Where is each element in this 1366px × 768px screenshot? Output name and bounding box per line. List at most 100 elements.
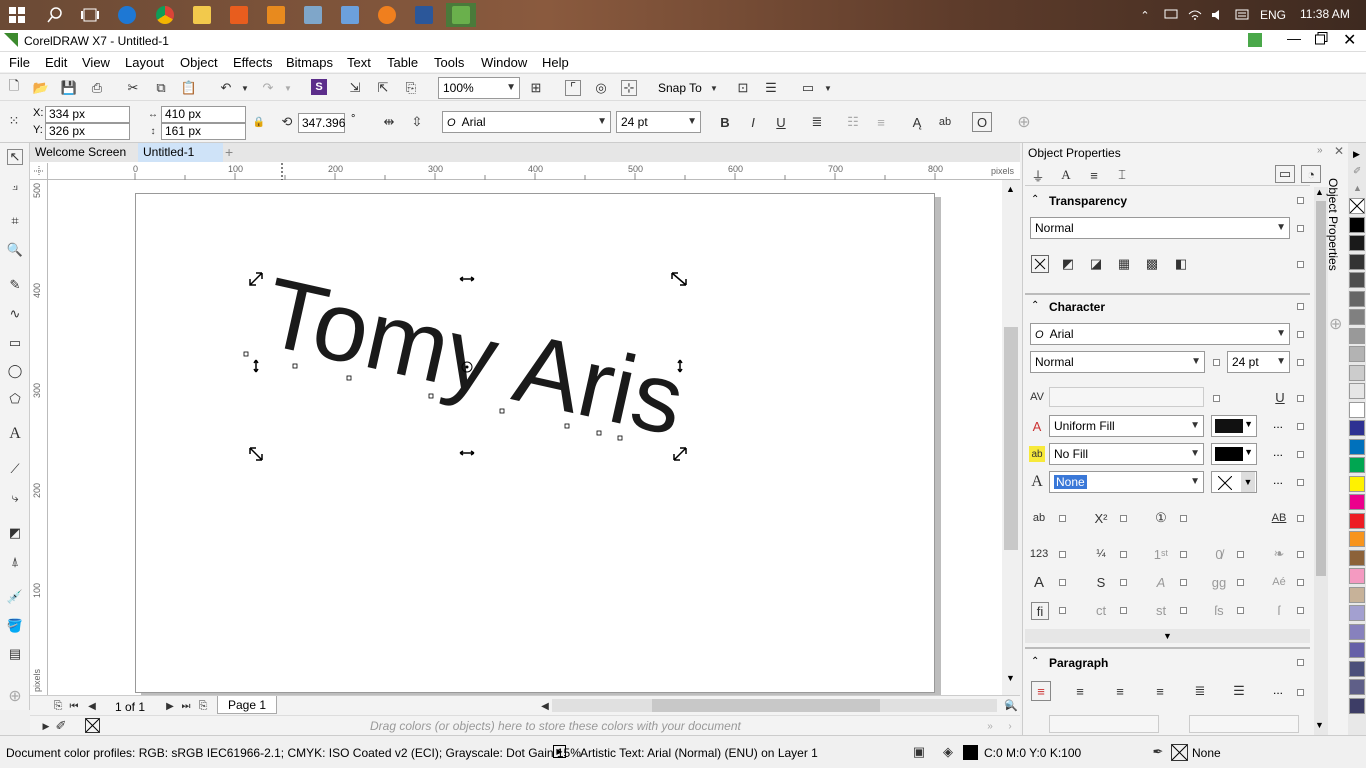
uppercase-icon[interactable]: ab bbox=[1031, 510, 1047, 526]
stylistic-set-lock[interactable] bbox=[1237, 579, 1244, 586]
color-swatch[interactable] bbox=[1349, 605, 1365, 621]
color-swatch[interactable] bbox=[1349, 346, 1365, 362]
navigator-zoom-icon[interactable]: 🔍 bbox=[1003, 697, 1019, 713]
character-font-combo[interactable]: O Arial ▼ bbox=[1030, 323, 1290, 345]
page-tab-1[interactable]: Page 1 bbox=[217, 696, 278, 714]
add-page-before-icon[interactable]: ⎘ bbox=[50, 698, 66, 714]
paragraph-more-button[interactable]: ... bbox=[1273, 683, 1283, 697]
color-swatch[interactable] bbox=[1349, 327, 1365, 344]
slashed-zero-icon[interactable]: 0̸ bbox=[1211, 546, 1227, 562]
docker-scroll-down-icon[interactable]: ▼ bbox=[1315, 720, 1324, 730]
wifi-icon[interactable] bbox=[1184, 3, 1206, 27]
docker-scroll-thumb[interactable] bbox=[1316, 201, 1326, 576]
color-swatch[interactable] bbox=[1349, 383, 1365, 399]
historical-ligatures-icon[interactable]: st bbox=[1153, 602, 1169, 618]
contextual-alternates-icon[interactable]: Aé bbox=[1271, 574, 1287, 590]
numerals-lock[interactable] bbox=[1059, 551, 1066, 558]
contextual-lock[interactable] bbox=[1297, 579, 1304, 586]
all-caps-icon[interactable]: AB bbox=[1271, 510, 1287, 526]
paragraph-lock-box[interactable] bbox=[1297, 659, 1304, 666]
docker-scroll-up-icon[interactable]: ▲ bbox=[1315, 187, 1324, 197]
slashed-zero-lock[interactable] bbox=[1237, 551, 1244, 558]
add-docker-icon[interactable]: ⊕ bbox=[1329, 314, 1342, 334]
text-fill-color-picker[interactable]: ▼ bbox=[1211, 415, 1257, 437]
historical-lock[interactable] bbox=[1180, 607, 1187, 614]
last-page-icon[interactable]: ⏭ bbox=[178, 698, 194, 714]
numerals-icon[interactable]: 123 bbox=[1030, 546, 1048, 562]
background-fill-more-button[interactable]: ... bbox=[1273, 445, 1283, 459]
fractions-lock[interactable] bbox=[1120, 551, 1127, 558]
color-swatch[interactable] bbox=[1349, 512, 1365, 529]
discretionary-ligatures-icon[interactable]: ct bbox=[1093, 602, 1109, 618]
restore-icon[interactable] bbox=[1315, 32, 1328, 48]
status-expand-icon[interactable]: ▶ bbox=[553, 745, 566, 758]
minimize-icon[interactable]: — bbox=[1287, 30, 1301, 46]
frame-tab-icon[interactable]: ⌶ bbox=[1114, 167, 1130, 183]
docker-collapse-icon[interactable]: » bbox=[1317, 145, 1323, 156]
align-right-icon[interactable]: ≡ bbox=[1152, 683, 1168, 699]
color-swatch[interactable] bbox=[1349, 549, 1365, 566]
color-swatch[interactable] bbox=[1349, 272, 1365, 288]
ornaments-lock[interactable] bbox=[1297, 551, 1304, 558]
standard-ligatures-lock[interactable] bbox=[1059, 607, 1066, 614]
all-caps-lock[interactable] bbox=[1297, 515, 1304, 522]
close-icon[interactable]: ✕ bbox=[1343, 30, 1356, 50]
outline-lock[interactable] bbox=[1297, 479, 1304, 486]
fill-color-swatch[interactable] bbox=[963, 745, 978, 760]
fill-bucket-icon[interactable]: ◈ bbox=[940, 744, 956, 760]
color-swatch[interactable] bbox=[1349, 642, 1365, 658]
superscript-lock[interactable] bbox=[1120, 515, 1127, 522]
discretionary-lock[interactable] bbox=[1120, 607, 1127, 614]
color-swatch[interactable] bbox=[1349, 586, 1365, 603]
left-indent-field[interactable] bbox=[1049, 715, 1159, 733]
stylistic-alternates-icon[interactable]: A bbox=[1031, 574, 1047, 591]
ligatures-icon[interactable]: ① bbox=[1153, 510, 1169, 526]
background-fill-lock[interactable] bbox=[1297, 451, 1304, 458]
vertical-scroll-thumb[interactable] bbox=[1004, 327, 1018, 550]
horizontal-scroll-thumb[interactable] bbox=[652, 699, 880, 712]
color-swatch[interactable] bbox=[1349, 457, 1365, 473]
transparency-mode-lock[interactable] bbox=[1297, 225, 1304, 232]
superscript-icon[interactable]: X² bbox=[1093, 510, 1109, 526]
character-tab-icon[interactable]: A bbox=[1058, 167, 1074, 183]
transparency-lock-box[interactable] bbox=[1297, 197, 1304, 204]
docker-close-icon[interactable]: ✕ bbox=[1334, 144, 1344, 158]
font-size-lock[interactable] bbox=[1297, 359, 1304, 366]
swash-icon[interactable]: S bbox=[1093, 574, 1109, 590]
force-justify-icon[interactable]: ☰ bbox=[1231, 683, 1247, 699]
color-swatch[interactable] bbox=[1349, 290, 1365, 307]
object-manager-icon[interactable]: ◔ bbox=[1301, 165, 1321, 183]
palette-flyout-icon[interactable]: ▶ bbox=[1353, 149, 1360, 160]
color-proofing-icon[interactable]: ▣ bbox=[911, 744, 927, 760]
no-transparency-icon[interactable] bbox=[1031, 255, 1049, 273]
action-center-icon[interactable] bbox=[1231, 3, 1253, 27]
color-swatch[interactable] bbox=[1349, 309, 1365, 325]
transparency-collapse-icon[interactable]: ⌃ bbox=[1031, 194, 1039, 205]
no-color-swatch[interactable] bbox=[85, 718, 100, 733]
input-language[interactable]: ENG bbox=[1260, 8, 1286, 22]
outline-width-picker[interactable]: ▼ bbox=[1211, 471, 1257, 493]
color-swatch[interactable] bbox=[1349, 216, 1365, 233]
bitmap-pattern-transparency-icon[interactable]: ▩ bbox=[1144, 256, 1160, 272]
ligatures-lock[interactable] bbox=[1180, 515, 1187, 522]
scroll-down-icon[interactable]: ▼ bbox=[1006, 673, 1015, 683]
ordinals-lock[interactable] bbox=[1180, 551, 1187, 558]
outline-tab-icon[interactable]: ⏚ bbox=[1030, 167, 1046, 184]
font-style-lock[interactable] bbox=[1213, 359, 1220, 366]
paragraph-collapse-icon[interactable]: ⌃ bbox=[1031, 656, 1039, 667]
outline-type-combo[interactable]: None ▼ bbox=[1049, 471, 1204, 493]
vector-pattern-transparency-icon[interactable]: ▦ bbox=[1116, 256, 1132, 272]
outline-pen-icon[interactable]: ✒ bbox=[1150, 744, 1166, 760]
character-lock-box[interactable] bbox=[1297, 303, 1304, 310]
add-page-after-icon[interactable]: ⎘ bbox=[195, 698, 211, 714]
two-color-transparency-icon[interactable]: ◧ bbox=[1173, 256, 1189, 272]
justify-full-icon[interactable]: ≣ bbox=[1192, 683, 1208, 699]
outline-none-swatch[interactable] bbox=[1171, 744, 1188, 761]
color-swatch[interactable] bbox=[1349, 623, 1365, 640]
color-swatch[interactable] bbox=[1349, 494, 1365, 510]
network-device-icon[interactable] bbox=[1160, 3, 1182, 27]
historical-forms-icon[interactable]: ſs bbox=[1211, 602, 1227, 618]
no-alignment-icon[interactable]: ≡ bbox=[1031, 681, 1051, 701]
transparency-type-lock[interactable] bbox=[1297, 261, 1304, 268]
previous-page-icon[interactable]: ◀ bbox=[84, 698, 100, 714]
